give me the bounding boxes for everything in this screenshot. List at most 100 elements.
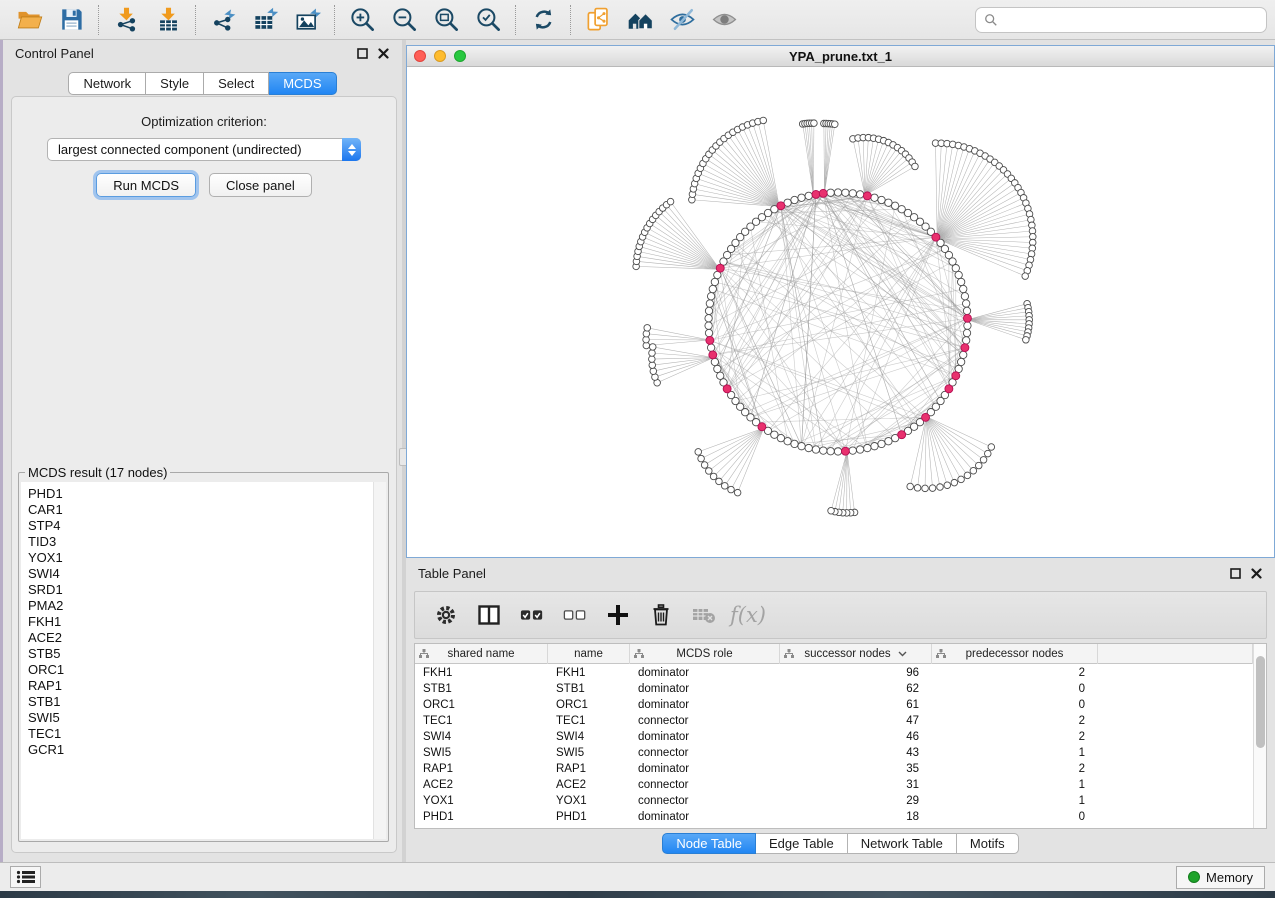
scrollbar-thumb[interactable]	[1256, 656, 1265, 748]
open-folder-icon[interactable]	[11, 4, 47, 36]
result-list-item[interactable]: ORC1	[28, 662, 372, 678]
column-header-shared-name[interactable]: shared name	[415, 644, 548, 664]
table-cell: RAP1	[548, 761, 630, 777]
search-box	[975, 7, 1267, 33]
table-scrollbar[interactable]	[1253, 644, 1266, 828]
tab-motifs[interactable]: Motifs	[957, 833, 1019, 854]
table-cell: 2	[932, 729, 1098, 745]
import-table-icon[interactable]	[150, 4, 186, 36]
result-list-item[interactable]: SWI4	[28, 566, 372, 582]
float-panel-icon[interactable]	[356, 47, 369, 60]
export-image-icon[interactable]	[289, 4, 325, 36]
run-mcds-button[interactable]: Run MCDS	[96, 173, 196, 197]
column-header-predecessor-nodes[interactable]: predecessor nodes	[932, 644, 1098, 664]
result-list-item[interactable]: FKH1	[28, 614, 372, 630]
result-list-item[interactable]: PMA2	[28, 598, 372, 614]
select-all-checkboxes-icon[interactable]	[515, 598, 549, 632]
table-row[interactable]: YOX1YOX1connector291	[415, 793, 1253, 809]
show-all-eye-icon[interactable]	[706, 4, 742, 36]
close-panel-button[interactable]: Close panel	[209, 173, 312, 197]
memory-button[interactable]: Memory	[1176, 866, 1265, 889]
hide-selected-eye-slash-icon[interactable]	[664, 4, 700, 36]
mcds-result-list[interactable]: PHD1CAR1STP4TID3YOX1SWI4SRD1PMA2FKH1ACE2…	[21, 482, 373, 839]
deselect-all-checkboxes-icon[interactable]	[558, 598, 592, 632]
search-input[interactable]	[1004, 12, 1258, 27]
result-list-item[interactable]: RAP1	[28, 678, 372, 694]
table-row[interactable]: ORC1ORC1dominator610	[415, 697, 1253, 713]
table-cell: SWI4	[415, 729, 548, 745]
table-cell: connector	[630, 793, 780, 809]
export-table-icon[interactable]	[247, 4, 283, 36]
toolbar-separator	[570, 5, 571, 35]
network-title: YPA_prune.txt_1	[407, 49, 1274, 64]
table-row[interactable]: SWI5SWI5connector431	[415, 745, 1253, 761]
save-icon[interactable]	[53, 4, 89, 36]
result-list-item[interactable]: CAR1	[28, 502, 372, 518]
add-column-plus-icon[interactable]	[601, 598, 635, 632]
result-list-item[interactable]: SRD1	[28, 582, 372, 598]
table-row[interactable]: PHD1PHD1dominator180	[415, 809, 1253, 825]
table-cell: 1	[932, 777, 1098, 793]
zoom-in-icon[interactable]	[344, 4, 380, 36]
table-row[interactable]: ACE2ACE2connector311	[415, 777, 1253, 793]
column-header-name[interactable]: name	[548, 644, 630, 664]
zoom-fit-icon[interactable]	[428, 4, 464, 36]
table-cell: ORC1	[415, 697, 548, 713]
table-cell: 46	[780, 729, 932, 745]
mcds-result-box: MCDS result (17 nodes) PHD1CAR1STP4TID3Y…	[18, 465, 389, 842]
result-list-item[interactable]: STB1	[28, 694, 372, 710]
tab-mcds[interactable]: MCDS	[269, 72, 336, 95]
result-list-item[interactable]: ACE2	[28, 630, 372, 646]
window-minimize-icon[interactable]	[434, 50, 446, 62]
table-row[interactable]: FKH1FKH1dominator962	[415, 665, 1253, 681]
table-cell: 0	[932, 697, 1098, 713]
tab-network[interactable]: Network	[68, 72, 146, 95]
column-type-icon	[936, 649, 946, 662]
network-from-selection-icon[interactable]	[580, 4, 616, 36]
result-list-item[interactable]: PHD1	[28, 486, 372, 502]
tab-node-table[interactable]: Node Table	[662, 833, 756, 854]
result-list-item[interactable]: TEC1	[28, 726, 372, 742]
table-cell: dominator	[630, 665, 780, 681]
column-header-successor-nodes[interactable]: successor nodes	[780, 644, 932, 664]
tab-network-table[interactable]: Network Table	[848, 833, 957, 854]
result-list-item[interactable]: YOX1	[28, 550, 372, 566]
close-panel-icon[interactable]	[1250, 567, 1263, 580]
network-graph	[407, 67, 1274, 557]
float-panel-icon[interactable]	[1229, 567, 1242, 580]
result-list-item[interactable]: TID3	[28, 534, 372, 550]
result-list-item[interactable]: STP4	[28, 518, 372, 534]
table-settings-gear-icon[interactable]	[429, 598, 463, 632]
export-network-icon[interactable]	[205, 4, 241, 36]
network-canvas[interactable]	[407, 67, 1274, 557]
node-table: shared namenameMCDS rolesuccessor nodes p…	[414, 643, 1267, 829]
tab-select[interactable]: Select	[204, 72, 269, 95]
table-cell: 1	[932, 793, 1098, 809]
window-close-icon[interactable]	[414, 50, 426, 62]
close-panel-icon[interactable]	[377, 47, 390, 60]
result-list-item[interactable]: GCR1	[28, 742, 372, 758]
task-history-list-icon[interactable]	[10, 866, 41, 888]
optimization-select[interactable]: largest connected component (undirected)	[47, 138, 361, 161]
delete-trash-icon[interactable]	[644, 598, 678, 632]
zoom-out-icon[interactable]	[386, 4, 422, 36]
tab-style[interactable]: Style	[146, 72, 204, 95]
table-row[interactable]: TEC1TEC1connector472	[415, 713, 1253, 729]
result-list-item[interactable]: STB5	[28, 646, 372, 662]
column-header-MCDS-role[interactable]: MCDS role	[630, 644, 780, 664]
network-title-bar[interactable]: YPA_prune.txt_1	[407, 46, 1274, 67]
column-label: predecessor nodes	[966, 648, 1064, 660]
table-row[interactable]: SWI4SWI4dominator462	[415, 729, 1253, 745]
result-list-scrollbar[interactable]	[373, 482, 386, 839]
tab-edge-table[interactable]: Edge Table	[756, 833, 848, 854]
table-row[interactable]: RAP1RAP1dominator352	[415, 761, 1253, 777]
table-row[interactable]: STB1STB1dominator620	[415, 681, 1253, 697]
first-neighbors-houses-icon[interactable]	[622, 4, 658, 36]
window-zoom-icon[interactable]	[454, 50, 466, 62]
import-network-icon[interactable]	[108, 4, 144, 36]
zoom-selected-icon[interactable]	[470, 4, 506, 36]
refresh-icon[interactable]	[525, 4, 561, 36]
table-cell: RAP1	[415, 761, 548, 777]
split-view-icon[interactable]	[472, 598, 506, 632]
result-list-item[interactable]: SWI5	[28, 710, 372, 726]
